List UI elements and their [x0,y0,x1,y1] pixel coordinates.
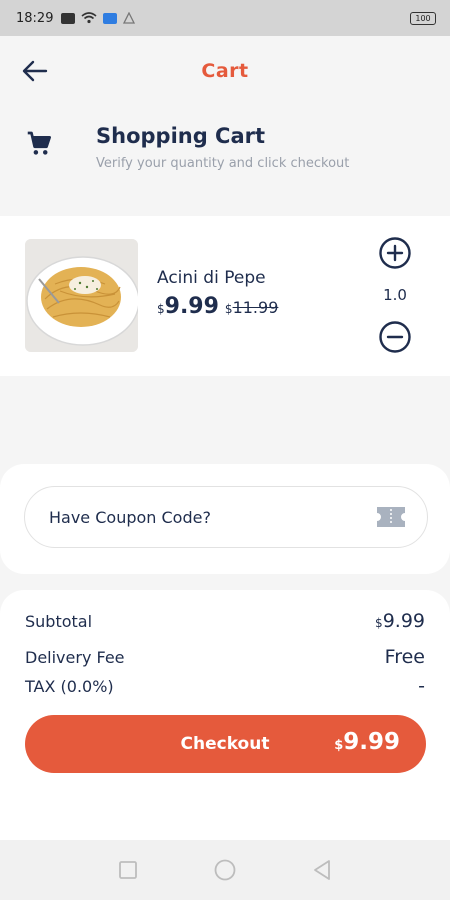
coupon-ticket-icon[interactable] [375,504,407,530]
tax-row: TAX (0.0%) - [25,675,425,697]
old-price: 11.99 [232,298,279,317]
old-price-currency: $ [224,302,233,316]
item-name: Acini di Pepe [157,268,266,288]
home-icon[interactable] [213,858,237,882]
subtotal-amount: 9.99 [382,610,425,632]
increase-quantity-icon[interactable] [378,236,412,270]
subtotal-label: Subtotal [25,612,93,631]
page-title: Cart [201,60,249,82]
shopping-cart-icon [27,131,51,155]
item-price: $ 9.99 $ 11.99 [157,294,278,319]
app-bar: Cart [0,36,450,106]
tax-label: TAX (0.0%) [25,677,114,696]
battery-icon: 100 [410,12,436,25]
checkout-button[interactable]: Checkout $ 9.99 [25,715,426,773]
coupon-placeholder: Have Coupon Code? [49,507,211,527]
order-summary: Subtotal $9.99 Delivery Fee Free TAX (0.… [0,590,450,840]
warning-icon [123,12,136,24]
recent-apps-icon[interactable] [116,858,140,882]
back-nav-icon[interactable] [310,858,334,882]
checkout-currency: $ [334,738,344,753]
coupon-input[interactable]: Have Coupon Code? [24,486,428,548]
system-nav-bar [0,840,450,900]
price-currency: $ [157,302,165,316]
cart-header: Shopping Cart Verify your quantity and c… [0,120,450,190]
cart-heading: Shopping Cart [96,124,266,148]
subtotal-value: $9.99 [375,610,425,632]
status-time: 18:29 [16,10,54,26]
food-image[interactable] [25,239,138,352]
delivery-row: Delivery Fee Free [25,646,425,668]
decrease-quantity-icon[interactable] [378,320,412,354]
status-icons [61,12,136,24]
wifi-icon [81,12,97,24]
subtotal-currency: $ [375,616,383,630]
status-bar: 18:29 100 [0,0,450,36]
back-arrow-icon[interactable] [20,58,50,84]
cart-item: Acini di Pepe $ 9.99 $ 11.99 1.0 [0,216,450,376]
quantity-value: 1.0 [383,286,407,304]
tax-value: - [418,675,425,697]
checkout-amount: 9.99 [343,729,400,755]
coupon-section: Have Coupon Code? [0,464,450,574]
delivery-label: Delivery Fee [25,648,125,667]
current-price: 9.99 [164,294,219,319]
notification-icon [61,12,76,24]
cart-subheading: Verify your quantity and click checkout [96,156,350,171]
pasta-image [25,239,138,352]
subtotal-row: Subtotal $9.99 [25,610,425,632]
app-notification-icon [103,12,118,24]
delivery-value: Free [384,646,425,668]
checkout-total: $ 9.99 [334,729,400,755]
